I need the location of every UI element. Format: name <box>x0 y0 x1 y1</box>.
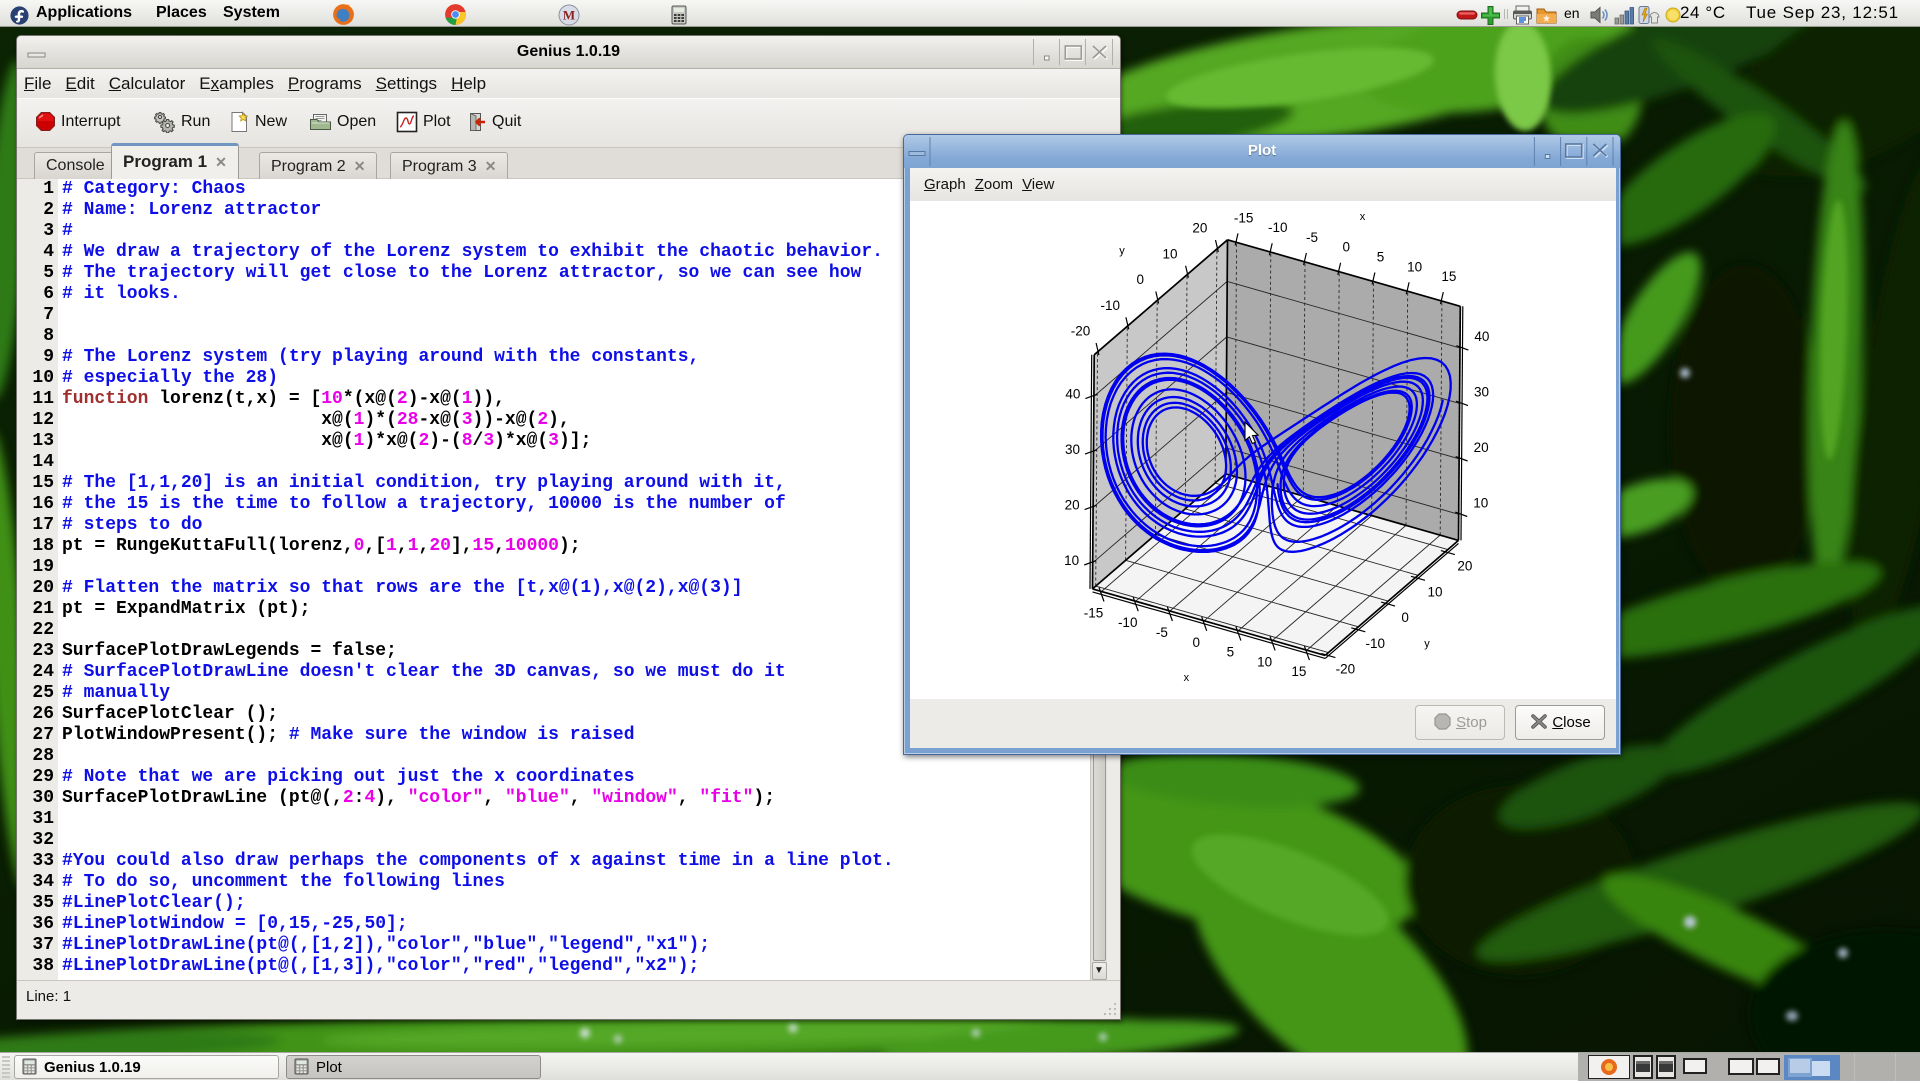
svg-text:40: 40 <box>1065 386 1080 401</box>
svg-text:0: 0 <box>1136 272 1144 287</box>
svg-text:y: y <box>1424 638 1430 650</box>
svg-text:x: x <box>1184 672 1190 684</box>
svg-text:15: 15 <box>1291 664 1306 679</box>
svg-text:5: 5 <box>1227 645 1235 660</box>
svg-text:0: 0 <box>1401 610 1409 625</box>
svg-text:10: 10 <box>1407 259 1422 274</box>
svg-text:-10: -10 <box>1268 220 1288 235</box>
svg-text:-15: -15 <box>1084 606 1104 621</box>
svg-text:y: y <box>1119 245 1125 257</box>
svg-text:15: 15 <box>1441 269 1456 284</box>
svg-text:30: 30 <box>1065 442 1080 457</box>
svg-text:40: 40 <box>1474 329 1489 344</box>
svg-text:-20: -20 <box>1336 662 1356 677</box>
svg-text:-5: -5 <box>1156 625 1168 640</box>
svg-text:M: M <box>563 7 575 22</box>
svg-text:5: 5 <box>1377 250 1385 265</box>
svg-text:10: 10 <box>1064 553 1079 568</box>
svg-text:10: 10 <box>1473 495 1488 510</box>
svg-text:0: 0 <box>1192 635 1200 650</box>
svg-text:-20: -20 <box>1071 324 1091 339</box>
svg-text:-10: -10 <box>1366 636 1386 651</box>
svg-text:20: 20 <box>1457 559 1472 574</box>
svg-text:-5: -5 <box>1306 230 1318 245</box>
svg-text:20: 20 <box>1192 221 1207 236</box>
svg-text:10: 10 <box>1257 654 1272 669</box>
svg-text:20: 20 <box>1474 440 1489 455</box>
svg-text:20: 20 <box>1065 497 1080 512</box>
svg-text:x: x <box>1360 211 1366 223</box>
svg-text:-10: -10 <box>1101 298 1121 313</box>
svg-text:30: 30 <box>1474 384 1489 399</box>
svg-text:0: 0 <box>1342 240 1350 255</box>
svg-text:10: 10 <box>1427 584 1442 599</box>
svg-text:-10: -10 <box>1118 615 1138 630</box>
svg-text:-15: -15 <box>1234 210 1254 225</box>
svg-text:10: 10 <box>1162 246 1177 261</box>
